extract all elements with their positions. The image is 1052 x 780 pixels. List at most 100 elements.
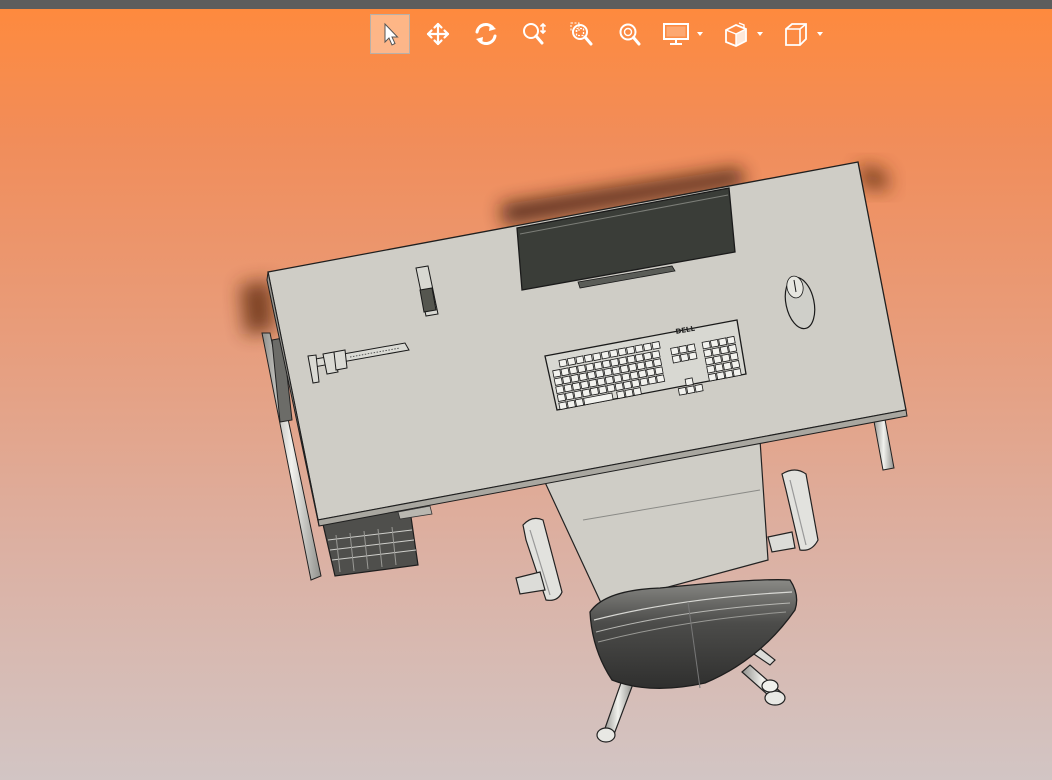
keyboard-key (626, 345, 636, 355)
keyboard-key (573, 390, 583, 399)
keyboard-key (716, 371, 726, 381)
keyboard-key (601, 359, 611, 369)
keyboard-key (707, 372, 717, 382)
keyboard-key (721, 353, 731, 363)
keyboard-key (632, 387, 642, 396)
keyboard-key (622, 380, 633, 390)
keyboard-key (644, 359, 654, 369)
keyboard-key (619, 364, 630, 374)
keyboard-key (704, 356, 714, 366)
keyboard-key (712, 355, 723, 364)
keyboard-key (592, 352, 602, 362)
keyboard-key (724, 369, 734, 379)
keyboard-key (618, 356, 628, 366)
keyboard-key (678, 345, 688, 354)
keyboard-key (563, 383, 573, 393)
keyboard-key (613, 374, 623, 383)
keyboard-key (686, 385, 696, 395)
keyboard-key (593, 361, 603, 370)
keyboard-key (646, 367, 656, 377)
keyboard-key (603, 367, 613, 377)
model-scene[interactable]: DELL (0, 0, 1052, 780)
keyboard-key (637, 369, 648, 379)
keyboard-key (558, 401, 568, 411)
keyboard-key (706, 364, 716, 374)
keyboard-key (628, 362, 638, 372)
keyboard-key (606, 383, 616, 393)
keyboard-key (671, 354, 681, 364)
keyboard-key (647, 375, 657, 385)
keyboard-key (651, 350, 661, 359)
keyboard-key (566, 399, 576, 409)
keyboard-key (562, 375, 572, 385)
graphics-viewport[interactable]: DELL (0, 0, 1052, 780)
keyboard-key (586, 370, 597, 380)
keyboard-key (694, 383, 704, 393)
keyboard-key (555, 385, 565, 394)
keyboard-key (722, 361, 732, 371)
keyboard-key (629, 371, 639, 380)
keyboard-key (560, 367, 570, 377)
keyboard-key (604, 375, 615, 385)
keyboard-key (556, 393, 567, 402)
keyboard-key (631, 379, 641, 388)
keyboard-key (634, 344, 644, 353)
keyboard-key (598, 385, 608, 395)
keyboard-key (616, 390, 626, 400)
keyboard-key (714, 363, 724, 372)
keyboard-key (581, 388, 591, 398)
keyboard-key (583, 353, 593, 363)
keyboard-key (711, 347, 721, 356)
keyboard-key (719, 345, 729, 355)
keyboard-key (571, 382, 582, 391)
keyboard-key (617, 347, 627, 357)
keyboard-key (729, 352, 739, 361)
keyboard-key (566, 357, 577, 366)
keyboard-key (580, 380, 590, 390)
keyboard-key (600, 350, 610, 360)
keyboard-key (651, 341, 661, 350)
keyboard-key (588, 378, 598, 388)
keyboard-key (634, 353, 645, 363)
keyboard-key (574, 398, 585, 407)
keyboard-key (686, 343, 696, 353)
keyboard-key (670, 346, 680, 356)
keyboard-key (589, 386, 600, 396)
keyboard-key (596, 377, 606, 387)
desk-leg-right (872, 413, 895, 471)
keyboard-key (565, 391, 575, 401)
keyboard-key (655, 374, 666, 384)
keyboard-key (654, 366, 664, 376)
keyboard-key (732, 368, 742, 377)
keyboard-key (568, 365, 578, 375)
keyboard-key (585, 362, 595, 372)
keyboard-key (552, 369, 562, 378)
keyboard-key (553, 377, 563, 386)
keyboard-key (703, 348, 713, 358)
keyboard-key (610, 358, 620, 367)
keyboard-key (643, 351, 653, 361)
keyboard-key (726, 335, 736, 345)
keyboard-key (621, 372, 631, 382)
keyboard-key (636, 361, 646, 371)
keyboard-key (652, 358, 663, 367)
keyboard-key (624, 388, 634, 398)
keyboard-key (614, 382, 624, 391)
keyboard-key (731, 360, 741, 369)
keyboard-key (642, 342, 653, 352)
keyboard-key (570, 373, 580, 383)
keyboard-key (595, 369, 605, 378)
office-chair (589, 579, 798, 689)
keyboard-key (609, 349, 619, 358)
keyboard-key (701, 340, 711, 350)
keyboard-key (709, 339, 720, 348)
keyboard-key (677, 386, 688, 396)
keyboard-key (611, 366, 621, 375)
keyboard-key (639, 377, 649, 387)
keyboard-key (684, 377, 694, 387)
keyboard-key (626, 354, 636, 364)
keyboard-key (727, 343, 738, 353)
keyboard-key (688, 351, 698, 361)
keyboard-key (578, 372, 588, 382)
keyboard-key (577, 364, 587, 374)
